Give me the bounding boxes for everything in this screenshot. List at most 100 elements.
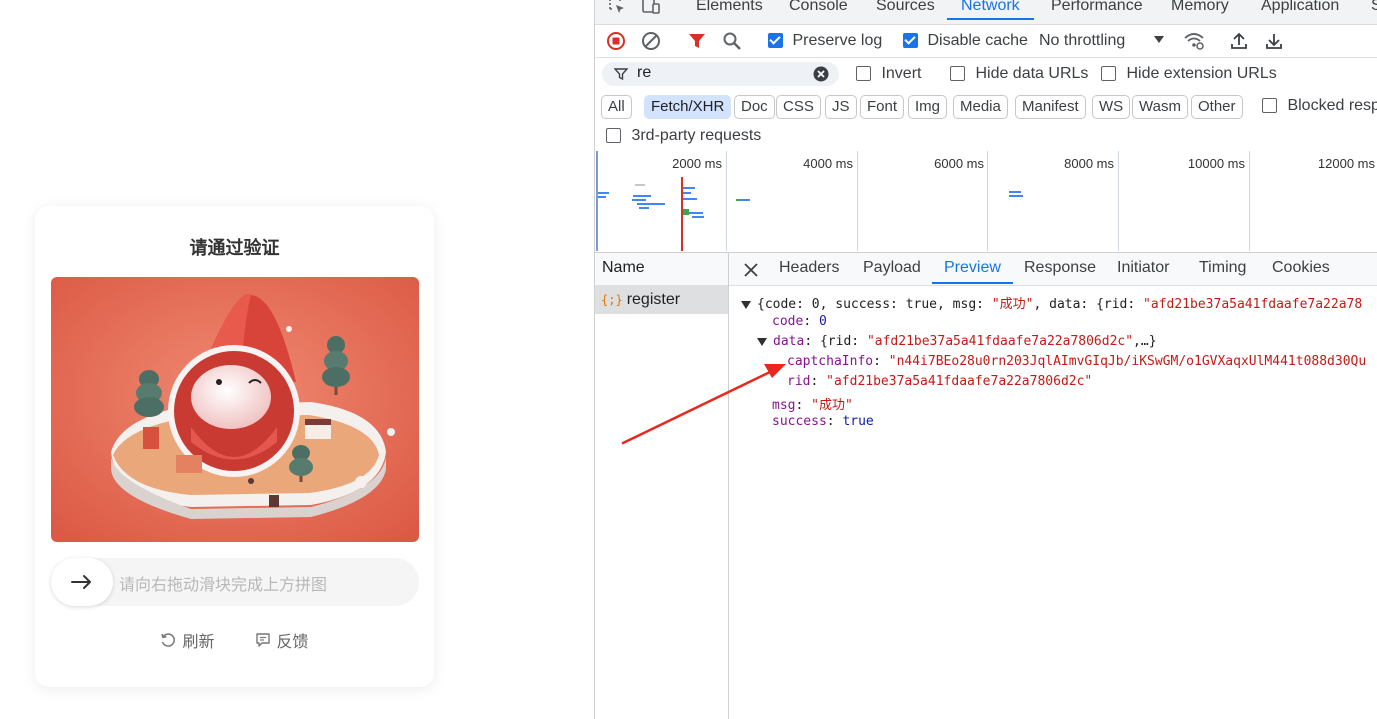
request-name: register: [626, 291, 681, 308]
overview-grid-line: [987, 151, 988, 251]
disable-cache-checkbox[interactable]: [903, 33, 918, 49]
overview-request-bar: [598, 192, 609, 194]
slider-handle[interactable]: [51, 558, 113, 606]
name-column-header[interactable]: Name: [595, 253, 728, 286]
type-other[interactable]: Other: [1191, 95, 1243, 119]
json-captchainfo-line[interactable]: captchaInfo: "n44i7BEo28u0rn203JqlAImvGI…: [787, 354, 1366, 369]
overview-grid-line: [1118, 151, 1119, 251]
json-rid-line[interactable]: rid: "afd21be37a5a41fdaafe7a22a7806d2c": [787, 374, 1092, 389]
overview-request-bar: [637, 203, 665, 205]
type-js[interactable]: JS: [825, 95, 857, 119]
tab-performance[interactable]: Performance: [1051, 0, 1143, 15]
type-all[interactable]: All: [601, 95, 632, 119]
filter-icon[interactable]: [687, 31, 707, 51]
type-doc[interactable]: Doc: [734, 95, 775, 119]
blocked-requests-option[interactable]: Blocked respo: [1262, 97, 1377, 115]
refresh-icon: [161, 633, 176, 647]
network-overview[interactable]: 2000 ms 4000 ms 6000 ms 8000 ms 10000 ms…: [595, 151, 1377, 253]
invert-checkbox[interactable]: [856, 66, 871, 82]
hide-extension-urls-option[interactable]: Hide extension URLs: [1101, 65, 1277, 83]
tab-timing[interactable]: Timing: [1199, 259, 1246, 277]
overview-request-bar: [635, 184, 645, 186]
tab-initiator[interactable]: Initiator: [1117, 259, 1169, 277]
expand-triangle-icon[interactable]: [757, 337, 767, 346]
type-manifest[interactable]: Manifest: [1015, 95, 1086, 119]
page-area: 请通过验证 请向右拖动滑块完成上方拼图 刷新 反馈: [0, 0, 594, 719]
json-msg-line[interactable]: msg: "成功": [772, 394, 853, 413]
third-party-row: 3rd-party requests: [595, 123, 1377, 152]
overview-tick-label: 4000 ms: [803, 156, 853, 171]
throttling-select[interactable]: No throttling: [1039, 32, 1125, 50]
puzzle-image: [51, 277, 419, 542]
expand-triangle-icon[interactable]: [741, 300, 751, 309]
tab-elements[interactable]: Elements: [696, 0, 763, 15]
search-icon[interactable]: [722, 31, 742, 51]
slider-track[interactable]: 请向右拖动滑块完成上方拼图: [51, 558, 419, 606]
tab-headers[interactable]: Headers: [779, 259, 839, 277]
tab-console[interactable]: Console: [789, 0, 848, 15]
overview-request-bar: [639, 207, 649, 209]
json-code-line[interactable]: code: 0: [772, 314, 827, 329]
type-img[interactable]: Img: [908, 95, 948, 119]
arrow-right-icon: [71, 575, 91, 589]
type-css[interactable]: CSS: [776, 95, 821, 119]
overview-request-bar: [689, 212, 703, 214]
tab-overflow[interactable]: S: [1371, 0, 1377, 15]
hide-data-urls-checkbox[interactable]: [950, 66, 965, 82]
hide-extension-urls-checkbox[interactable]: [1101, 66, 1116, 82]
type-wasm[interactable]: Wasm: [1132, 95, 1188, 119]
hide-data-urls-option[interactable]: Hide data URLs: [950, 65, 1088, 83]
load-event-marker: [681, 177, 683, 251]
type-media[interactable]: Media: [953, 95, 1008, 119]
invert-option[interactable]: Invert: [856, 65, 921, 83]
overview-tick-label: 6000 ms: [934, 156, 984, 171]
tab-cookies[interactable]: Cookies: [1272, 259, 1330, 277]
stop-recording-icon[interactable]: [606, 31, 626, 51]
json-success-line[interactable]: success: true: [772, 414, 874, 429]
type-fetch-xhr[interactable]: Fetch/XHR: [644, 95, 732, 119]
device-toolbar-icon[interactable]: [641, 0, 661, 16]
third-party-checkbox[interactable]: [606, 128, 621, 144]
clear-filter-icon[interactable]: [813, 66, 829, 82]
type-font[interactable]: Font: [860, 95, 905, 119]
type-ws[interactable]: WS: [1092, 95, 1131, 119]
tab-payload[interactable]: Payload: [863, 259, 921, 277]
filter-input[interactable]: re: [602, 62, 839, 86]
overview-request-bar: [692, 216, 704, 218]
chevron-down-icon[interactable]: [1153, 35, 1165, 45]
tab-network[interactable]: Network: [947, 0, 1034, 20]
json-data-line[interactable]: data: {rid: "afd21be37a5a41fdaafe7a22a78…: [757, 334, 1157, 349]
filter-row: re Invert Hide data URLs Hide extension …: [595, 58, 1377, 91]
tab-sources[interactable]: Sources: [876, 0, 935, 15]
request-row-register[interactable]: {;} register: [595, 286, 728, 314]
preserve-log-checkbox[interactable]: [768, 33, 783, 49]
devtools-panel: Elements Console Sources Network Perform…: [594, 0, 1377, 719]
preserve-log-option[interactable]: Preserve log: [768, 32, 882, 50]
export-har-icon[interactable]: [1264, 31, 1284, 51]
refresh-button[interactable]: 刷新: [160, 628, 215, 652]
refresh-label: 刷新: [182, 632, 215, 651]
clear-icon[interactable]: [641, 31, 661, 51]
json-root-line[interactable]: {code: 0, success: true, msg: "成功", data…: [741, 293, 1362, 312]
import-har-icon[interactable]: [1229, 31, 1249, 51]
overview-start-marker: [596, 151, 598, 251]
disable-cache-option[interactable]: Disable cache: [903, 32, 1028, 50]
feedback-button[interactable]: 反馈: [255, 628, 309, 652]
slider-hint: 请向右拖动滑块完成上方拼图: [119, 575, 328, 594]
tab-preview[interactable]: Preview: [932, 259, 1013, 284]
third-party-label: 3rd-party requests: [631, 127, 762, 144]
close-icon[interactable]: [744, 263, 758, 277]
inspect-element-icon[interactable]: [607, 0, 627, 16]
throttling-value: No throttling: [1039, 32, 1126, 49]
tab-response[interactable]: Response: [1024, 259, 1096, 277]
third-party-option[interactable]: 3rd-party requests: [606, 127, 761, 145]
tab-memory[interactable]: Memory: [1171, 0, 1229, 15]
blocked-requests-checkbox[interactable]: [1262, 98, 1277, 114]
tab-application[interactable]: Application: [1261, 0, 1339, 15]
overview-request-bar: [683, 187, 695, 189]
overview-request-bar: [632, 199, 646, 201]
detail-tabbar: Headers Payload Preview Response Initiat…: [729, 253, 1377, 286]
network-conditions-icon[interactable]: [1183, 31, 1205, 51]
hide-extension-urls-label: Hide extension URLs: [1126, 65, 1277, 82]
overview-grid-line: [1249, 151, 1250, 251]
